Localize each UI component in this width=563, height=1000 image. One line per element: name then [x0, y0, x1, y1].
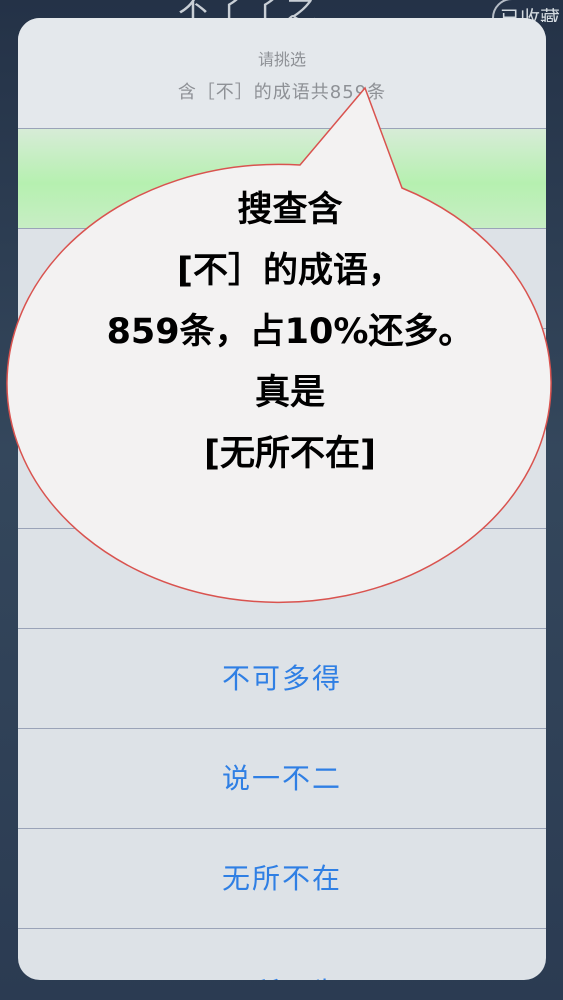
annotation-line-3: 859条，占10%还多。 — [106, 312, 474, 352]
annotation-line-2: [不］的成语， — [177, 251, 403, 291]
speech-bubble — [6, 86, 552, 604]
annotation-line-4: 真是 — [254, 373, 325, 413]
annotation-text: 搜查含 [不］的成语， 859条，占10%还多。 真是 [无所不在] — [30, 180, 550, 485]
annotation-line-1: 搜查含 — [237, 190, 343, 230]
annotation-line-5: [无所不在] — [204, 434, 376, 474]
